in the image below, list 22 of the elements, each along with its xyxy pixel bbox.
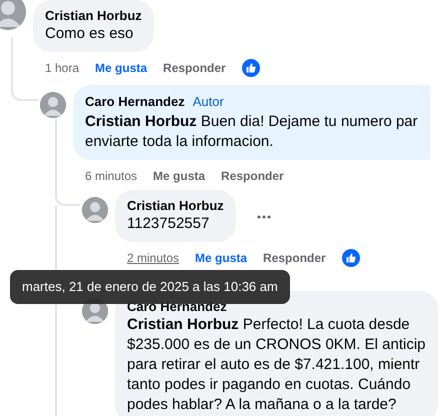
like-reaction-icon[interactable] [242, 59, 260, 77]
timestamp-link[interactable]: 6 minutos [85, 166, 138, 184]
like-link[interactable]: Me gusta [95, 59, 148, 77]
comment-text: 1123752557 [127, 214, 210, 234]
author-name[interactable]: Cristian Horbuz [45, 7, 142, 24]
like-reaction-icon[interactable] [342, 249, 360, 267]
reply-link[interactable]: Responder [163, 59, 226, 77]
reply-link[interactable]: Responder [221, 166, 284, 184]
timestamp-link[interactable]: 2 minutos [127, 249, 180, 267]
like-link[interactable]: Me gusta [195, 249, 248, 267]
author-name[interactable]: Cristian Horbuz [127, 197, 224, 214]
author-name[interactable]: Caro Hernandez [85, 93, 185, 110]
timestamp-link[interactable]: 1 hora [45, 59, 80, 77]
date-tooltip: martes, 21 de enero de 2025 a las 10:36 am [10, 270, 290, 304]
comment-text: Cristian Horbuz Buen dia! Dejame tu numero par enviarte toda la informacion. [85, 112, 418, 152]
comment-text: Cristian Horbuz Perfecto! La cuota desde $235.000 es de un CRONOS 0KM. El anticip para retirar el auto es de $7.421.100, mientr tanto podes ir pagando en cuotas. Cuándo podes hablar? A la mañana o a la tarde? [127, 315, 426, 415]
comment-text: Como es eso [45, 24, 134, 44]
more-options-icon[interactable] [256, 215, 271, 219]
author-role-label: Autor [192, 93, 224, 111]
thread-line [11, 37, 38, 101]
reply-link[interactable]: Responder [263, 249, 326, 267]
like-link[interactable]: Me gusta [153, 166, 206, 184]
